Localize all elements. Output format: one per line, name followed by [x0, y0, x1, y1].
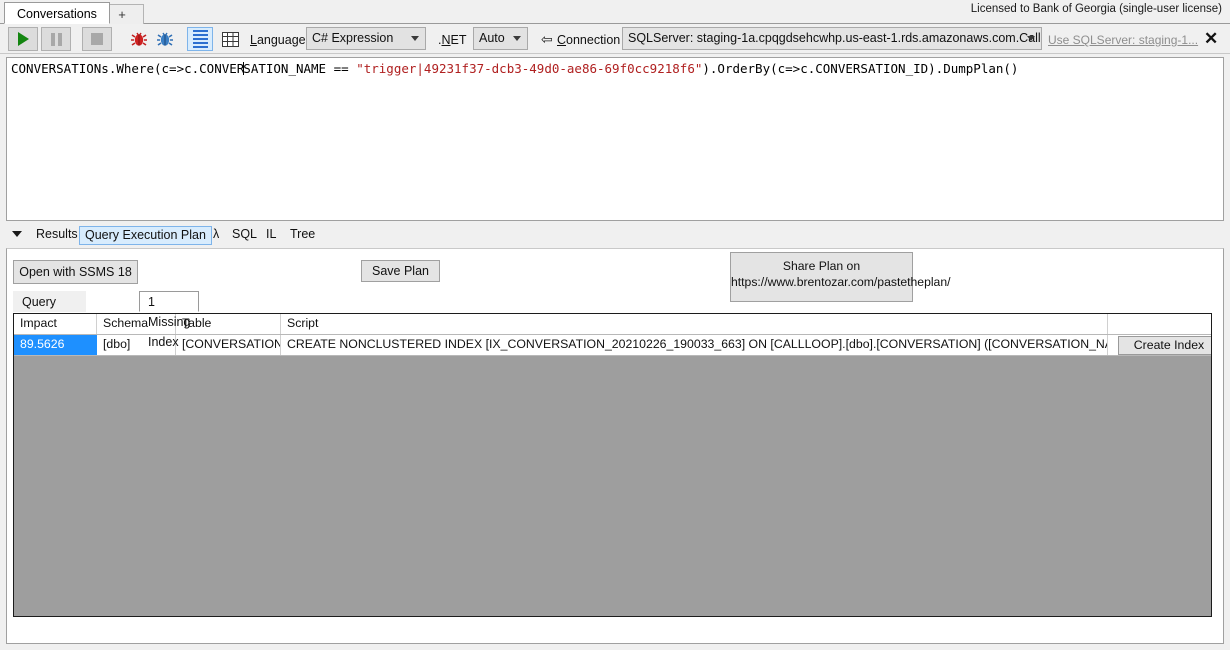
results-table-view-button[interactable] [217, 27, 243, 51]
cell-table[interactable]: [CONVERSATION] [176, 335, 281, 355]
connection-select[interactable]: SQLServer: staging-1a.cpqgdsehcwhp.us-ea… [622, 27, 1042, 50]
close-connection-icon[interactable]: ✕ [1204, 30, 1218, 47]
results-tab-query-execution-plan[interactable]: Query Execution Plan [79, 226, 212, 245]
net-label: .NET [438, 33, 467, 47]
query-code-line: CONVERSATIONs.Where(c=>c.CONVERSATION_NA… [11, 61, 1219, 77]
execution-plan-panel: Open with SSMS 18 Save Plan Share Plan o… [6, 248, 1224, 644]
main-toolbar: Language C# Expression .NET Auto ⇦ Conne… [0, 24, 1230, 54]
red-bug-icon [131, 32, 147, 46]
grid-header-row: Impact Schema Table Script [14, 314, 1211, 335]
column-header-impact[interactable]: Impact [14, 314, 97, 334]
pause-button[interactable] [41, 27, 71, 51]
results-tab-lambda[interactable]: λ [208, 226, 224, 245]
run-button[interactable] [8, 27, 38, 51]
column-header-table[interactable]: Table [176, 314, 281, 334]
results-tab-il[interactable]: IL [261, 226, 281, 245]
connection-value: SQLServer: staging-1a.cpqgdsehcwhp.us-ea… [628, 31, 1042, 45]
create-index-button[interactable]: Create Index [1118, 336, 1211, 355]
panel-bottom-area [7, 619, 1223, 643]
window-chrome-bottom [0, 644, 1230, 650]
pause-icon [50, 32, 62, 46]
toolbar-divider [0, 53, 1230, 54]
stop-button[interactable] [82, 27, 112, 51]
results-tab-tree[interactable]: Tree [285, 226, 320, 245]
subtab-query-execution-plan[interactable]: Query Execution Plan [13, 291, 86, 349]
net-value: Auto [479, 31, 505, 45]
missing-index-grid: Impact Schema Table Script 89.5626 [dbo]… [13, 313, 1212, 617]
arrow-left-icon[interactable]: ⇦ [541, 32, 553, 46]
share-plan-label: Share Plan on https://www.brentozar.com/… [731, 259, 951, 289]
license-text: Licensed to Bank of Georgia (single-user… [970, 3, 1222, 15]
results-list-view-button[interactable] [187, 27, 213, 51]
language-select[interactable]: C# Expression [306, 27, 426, 50]
open-with-ssms-button[interactable]: Open with SSMS 18 [13, 260, 138, 284]
chevron-down-icon [1027, 36, 1035, 41]
save-plan-button[interactable]: Save Plan [361, 260, 440, 282]
list-grid-icon [192, 30, 208, 48]
query-editor[interactable]: CONVERSATIONs.Where(c=>c.CONVERSATION_NA… [6, 57, 1224, 221]
language-label: Language [250, 33, 306, 47]
document-tab-conversations[interactable]: Conversations [4, 2, 110, 24]
chevron-down-icon [513, 36, 521, 41]
chevron-down-icon [411, 36, 419, 41]
results-tab-results[interactable]: Results [31, 226, 83, 245]
blue-bug-icon [157, 32, 173, 46]
stop-icon [91, 33, 103, 45]
code-string-literal: "trigger|49231f37-dcb3-49d0-ae86-69f0cc9… [356, 61, 703, 76]
connection-label: Connection [557, 33, 621, 47]
code-segment-3: ).OrderBy(c=>c.CONVERSATION_ID).DumpPlan… [702, 61, 1019, 76]
debug-alt-button[interactable] [150, 27, 180, 51]
cell-impact[interactable]: 89.5626 [14, 335, 97, 355]
code-segment-2: SATION_NAME == [243, 61, 357, 76]
net-select[interactable]: Auto [473, 27, 528, 50]
code-segment-1: CONVERSATIONs.Where(c=>c.CONVER [11, 61, 245, 76]
column-header-action [1108, 314, 1211, 334]
language-value: C# Expression [312, 31, 394, 45]
cell-script[interactable]: CREATE NONCLUSTERED INDEX [IX_CONVERSATI… [281, 335, 1108, 355]
subtab-missing-index[interactable]: 1 Missing Index [139, 291, 200, 349]
window-chrome-right [1224, 248, 1230, 644]
results-tab-sql[interactable]: SQL [227, 226, 262, 245]
column-header-script[interactable]: Script [281, 314, 1108, 334]
table-grid-icon [221, 31, 239, 47]
table-row[interactable]: 89.5626 [dbo] [CONVERSATION] CREATE NONC… [14, 335, 1211, 356]
results-tab-bar: Results Query Execution Plan λ SQL IL Tr… [0, 223, 1230, 466]
use-connection-link[interactable]: Use SQLServer: staging-1... [1048, 33, 1198, 47]
tab-strip: + Conversations Licensed to Bank of Geor… [0, 0, 1230, 24]
linqpad-window: + Conversations Licensed to Bank of Geor… [0, 0, 1230, 650]
caret-down-icon[interactable] [12, 231, 22, 237]
share-plan-button[interactable]: Share Plan on https://www.brentozar.com/… [730, 252, 951, 302]
play-icon [17, 32, 29, 46]
